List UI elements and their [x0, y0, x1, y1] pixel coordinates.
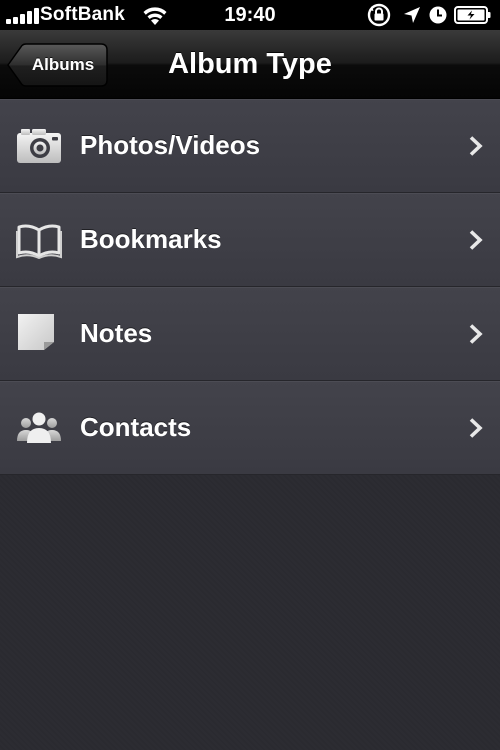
book-icon	[16, 224, 62, 259]
chevron-right-icon	[469, 418, 483, 438]
note-icon	[18, 314, 54, 350]
list-item-notes[interactable]: Notes	[0, 287, 500, 381]
page-title: Album Type	[168, 48, 332, 80]
album-type-list: Photos/Videos Bookmarks Notes Contacts	[0, 99, 500, 475]
battery-icon	[454, 6, 491, 24]
list-item-label: Bookmarks	[80, 224, 222, 254]
list-item-label: Photos/Videos	[80, 130, 261, 160]
chevron-right-icon	[469, 230, 483, 250]
alarm-clock-icon	[429, 6, 447, 24]
contacts-icon	[17, 412, 61, 443]
orientation-lock-icon	[367, 3, 391, 27]
list-item-label: Notes	[80, 318, 153, 348]
camera-icon	[17, 129, 61, 163]
list-item-contacts[interactable]: Contacts	[0, 381, 500, 475]
status-bar: SoftBank 19:40	[0, 0, 500, 30]
list-item-photos-videos[interactable]: Photos/Videos	[0, 99, 500, 193]
location-icon	[404, 7, 420, 23]
list-item-bookmarks[interactable]: Bookmarks	[0, 193, 500, 287]
chevron-right-icon	[469, 324, 483, 344]
navigation-bar: Albums Album Type	[0, 30, 500, 99]
list-item-label: Contacts	[80, 412, 192, 442]
chevron-right-icon	[469, 136, 483, 156]
empty-background	[0, 475, 500, 750]
status-icons	[366, 3, 496, 27]
